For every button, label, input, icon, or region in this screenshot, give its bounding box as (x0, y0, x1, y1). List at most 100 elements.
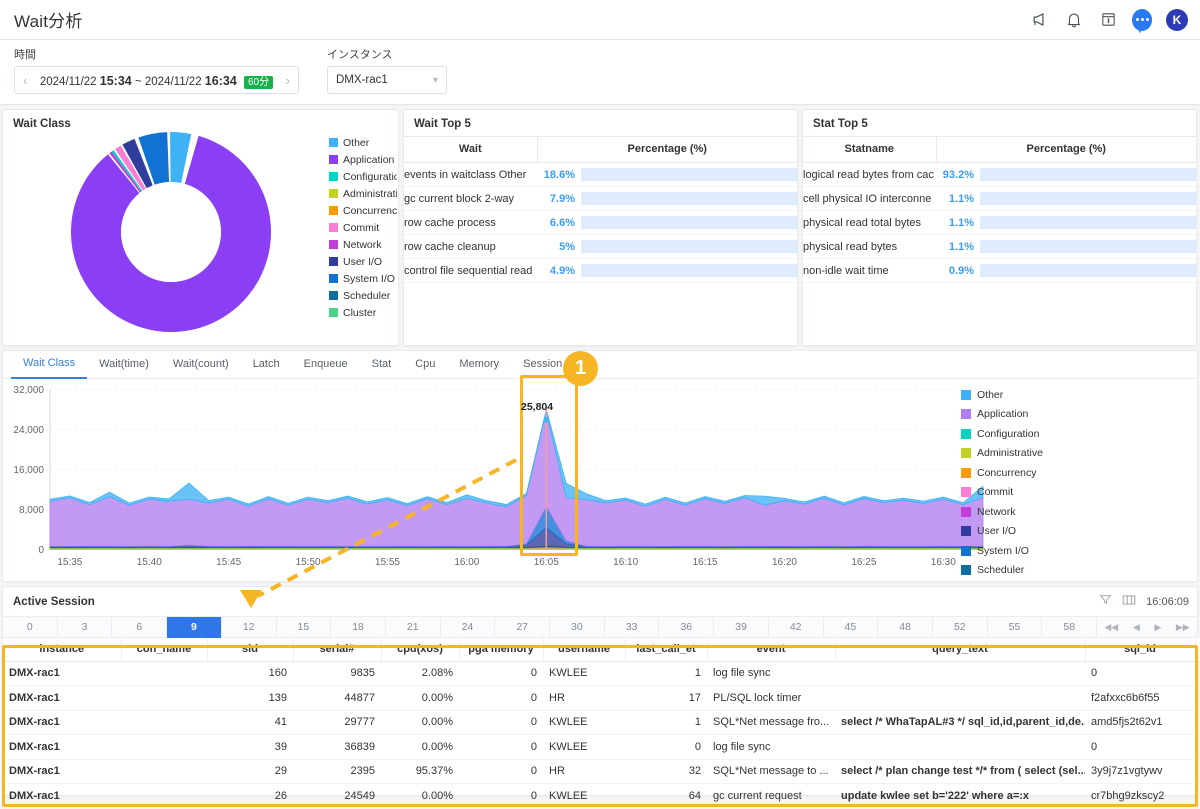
table-row[interactable]: physical read bytes 1.1% (803, 234, 1196, 259)
pager-value[interactable]: 21 (386, 616, 441, 638)
pager-value[interactable]: 6 (112, 616, 168, 638)
column-header-pga-memory[interactable]: pga memory (459, 638, 544, 662)
cell-con-name (121, 734, 207, 760)
table-row[interactable]: DMX-rac1 41 29777 0.00% 0 KWLEE 1 SQL*Net messa… (3, 710, 1200, 735)
pager-value[interactable]: 55 (988, 616, 1043, 638)
table-row[interactable]: row cache process 6.6% (404, 210, 797, 235)
info-box-icon[interactable] (1098, 10, 1118, 30)
wait-class-legend-item[interactable]: Other (329, 134, 397, 151)
tab-wait-count[interactable]: Wait(count) (161, 351, 241, 378)
pager-value[interactable]: 18 (331, 616, 386, 638)
filter-icon[interactable] (1099, 593, 1112, 611)
time-next-button[interactable]: › (284, 73, 292, 88)
table-row[interactable]: gc current block 2-way 7.9% (404, 186, 797, 211)
wait-class-legend-item[interactable]: User I/O (329, 253, 397, 270)
top5-name: physical read bytes (803, 234, 936, 259)
instance-select[interactable]: DMX-rac1 ▾ (327, 66, 447, 94)
columns-icon[interactable] (1122, 593, 1136, 611)
bell-icon[interactable] (1064, 10, 1084, 30)
pager-value[interactable]: 45 (824, 616, 879, 638)
megaphone-icon[interactable] (1030, 10, 1050, 30)
column-header-event[interactable]: event (707, 638, 836, 662)
wait-class-legend-item[interactable]: Concurrency (329, 202, 397, 219)
chart-plot-area[interactable]: 0 8,000 16,000 24,000 32,000 15:35 15:40 15:45 1… (3, 379, 1197, 579)
wait-class-legend-item[interactable]: Network (329, 236, 397, 253)
pager-value[interactable]: 12 (222, 616, 277, 638)
table-row[interactable]: cell physical IO interconne 1.1% (803, 186, 1196, 211)
column-header-last-call-et[interactable]: last_call_et (625, 638, 708, 662)
tab-wait-class[interactable]: Wait Class (11, 350, 88, 379)
pager-first-button[interactable]: ◀◀ (1104, 622, 1118, 633)
avatar[interactable]: K (1166, 8, 1188, 31)
pager-next-button[interactable]: ▶ (1154, 622, 1161, 633)
pager-value[interactable]: 27 (495, 616, 551, 638)
tab-memory[interactable]: Memory (447, 351, 511, 378)
wait-class-legend-item[interactable]: Scheduler (329, 287, 397, 304)
pager-last-button[interactable]: ▶▶ (1176, 622, 1190, 633)
table-row[interactable]: DMX-rac1 160 9835 2.08% 0 KWLEE 1 log file sync… (3, 661, 1200, 686)
table-row[interactable]: non-idle wait time 0.9% (803, 258, 1196, 283)
pager-value[interactable]: 0 (3, 616, 58, 638)
column-header-query-text[interactable]: query_text (835, 638, 1086, 662)
chart-legend-item[interactable]: Application (961, 405, 1081, 425)
table-row[interactable]: DMX-rac1 29 2395 95.37% 0 HR 32 SQL*Net message… (3, 759, 1200, 784)
wait-class-legend-item[interactable]: Application (329, 151, 397, 168)
active-session-table: instance con_name sid serial# cpu(xos) pga me… (3, 638, 1200, 809)
chart-legend-item[interactable]: Other (961, 385, 1081, 405)
tab-stat[interactable]: Stat (360, 351, 404, 378)
time-range-picker[interactable]: ‹ 2024/11/22 15:34 ~ 2024/11/22 16:34 60… (14, 66, 299, 94)
pager-value[interactable]: 3 (58, 616, 113, 638)
column-header-cpu-xos[interactable]: cpu(xos) (381, 638, 460, 662)
table-row[interactable]: DMX-rac1 139 44877 0.00% 0 HR 17 PL/SQL lock ti… (3, 685, 1200, 711)
chart-legend-item[interactable]: User I/O (961, 522, 1081, 542)
table-row[interactable]: DMX-rac1 26 24549 0.00% 0 KWLEE 64 gc current r… (3, 783, 1200, 809)
column-header-instance[interactable]: instance (3, 638, 122, 662)
pager-value[interactable]: 36 (659, 616, 715, 638)
pager-value[interactable]: 9 (167, 616, 222, 638)
column-header-sid[interactable]: sid (207, 638, 294, 662)
table-row[interactable]: logical read bytes from cac 93.2% (803, 162, 1196, 187)
wait-class-legend-item[interactable]: Commit (329, 219, 397, 236)
pager-value[interactable]: 42 (769, 616, 824, 638)
chart-legend-item[interactable]: Concurrency (961, 463, 1081, 483)
pager-value[interactable]: 15 (277, 616, 332, 638)
column-header-username[interactable]: username (543, 638, 626, 662)
wait-class-legend-item[interactable]: Cluster (329, 304, 397, 321)
pager-value[interactable]: 58 (1042, 616, 1098, 638)
svg-text:16:15: 16:15 (693, 557, 718, 568)
wait-class-legend-item[interactable]: Configuration (329, 168, 397, 185)
table-row[interactable]: row cache cleanup 5% (404, 234, 797, 259)
chart-legend-item[interactable]: Configuration (961, 424, 1081, 444)
app-root: Wait分析 K 時間 ‹ 2024/11/22 15:34 ~ 2024/11… (0, 0, 1200, 809)
chart-legend-item[interactable]: Commit (961, 483, 1081, 503)
column-header-serial[interactable]: serial# (293, 638, 382, 662)
chart-legend-item[interactable]: Network (961, 502, 1081, 522)
table-row[interactable]: DMX-rac1 39 36839 0.00% 0 KWLEE 0 log file sync… (3, 734, 1200, 760)
wait-class-legend-item[interactable]: System I/O (329, 270, 397, 287)
pager-value[interactable]: 33 (605, 616, 660, 638)
tab-cpu[interactable]: Cpu (403, 351, 447, 378)
pager-value[interactable]: 52 (933, 616, 988, 638)
wait-class-donut[interactable] (71, 132, 271, 337)
pager-value[interactable]: 39 (714, 616, 769, 638)
column-header-sql-id[interactable]: sql_id (1085, 638, 1196, 662)
table-row[interactable]: events in waitclass Other 18.6% (404, 162, 797, 187)
tab-enqueue[interactable]: Enqueue (292, 351, 360, 378)
chart-legend-item[interactable]: Scheduler (961, 561, 1081, 581)
pager-value[interactable]: 30 (550, 616, 605, 638)
chart-legend-item[interactable]: System I/O (961, 541, 1081, 561)
wait-class-legend-item[interactable]: Administrative (329, 185, 397, 202)
tab-wait-time[interactable]: Wait(time) (87, 351, 161, 378)
table-row[interactable]: control file sequential read 4.9% (404, 258, 797, 283)
pager-value[interactable]: 24 (441, 616, 496, 638)
table-row[interactable]: physical read total bytes 1.1% (803, 210, 1196, 235)
tab-latch[interactable]: Latch (241, 351, 292, 378)
chart-legend-item[interactable]: Administrative (961, 444, 1081, 464)
chat-icon[interactable] (1132, 8, 1152, 31)
column-header-session-logical[interactable]: session logical. (1195, 638, 1200, 662)
column-header-con-name[interactable]: con_name (121, 638, 208, 662)
pager-value[interactable]: 48 (878, 616, 933, 638)
cell-session-logical: 0 (1195, 783, 1200, 809)
pager-prev-button[interactable]: ◀ (1133, 622, 1140, 633)
time-prev-button[interactable]: ‹ (21, 73, 29, 88)
